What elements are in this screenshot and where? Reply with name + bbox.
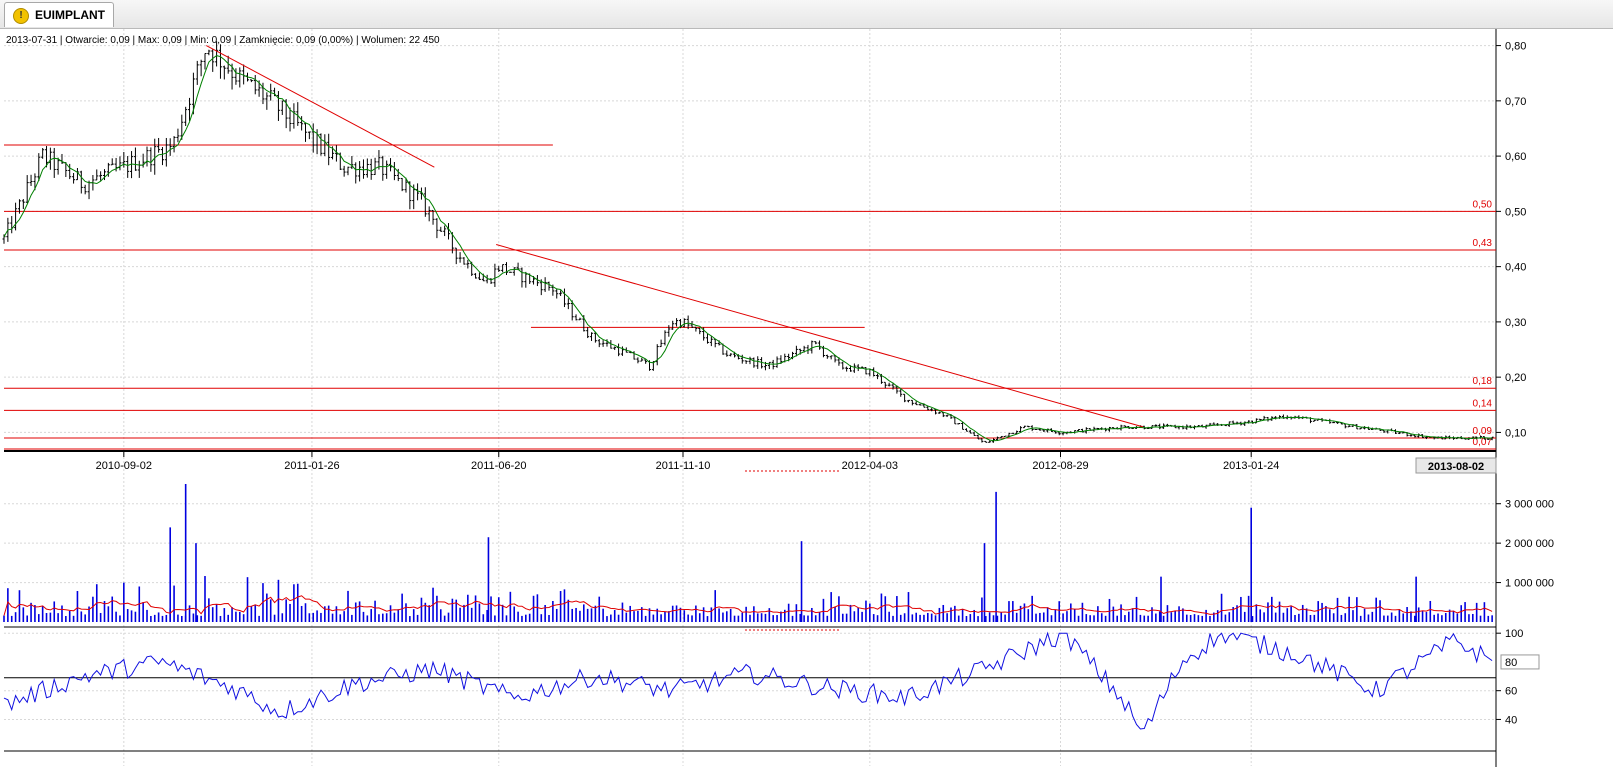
- trend-line: [496, 244, 1144, 428]
- osc-tick-label: 100: [1505, 628, 1523, 640]
- x-tick-label: 2012-04-03: [842, 460, 898, 472]
- grid: [4, 29, 1496, 766]
- y-tick-label: 0,20: [1505, 372, 1526, 384]
- level-label: 0,18: [1473, 376, 1493, 387]
- osc-tick-label: 60: [1505, 686, 1517, 698]
- trend-line: [206, 45, 435, 168]
- volume-tick-label: 1 000 000: [1505, 578, 1554, 590]
- volume-tick-label: 2 000 000: [1505, 538, 1554, 550]
- price-axis: 0,80 0,70 0,60 0,50 0,40 0,30 0,20 0,10: [1496, 41, 1526, 439]
- candles: [2, 41, 1494, 443]
- level-label: 0,50: [1473, 199, 1493, 210]
- x-tick-label: 2012-08-29: [1032, 460, 1088, 472]
- volume-ma-line: [3, 595, 1493, 616]
- x-tick-label: 2011-11-10: [656, 460, 711, 472]
- marked-value-label: 80: [1505, 657, 1517, 669]
- x-tick-label: 2011-01-26: [284, 460, 339, 472]
- oscillator-line: [3, 631, 1493, 730]
- stock-chart[interactable]: 2013-07-31 | Otwarcie: 0,09 | Max: 0,09 …: [0, 29, 1613, 767]
- warning-icon: !: [13, 8, 29, 24]
- y-tick-label: 0,40: [1505, 262, 1526, 274]
- tab-bar: ! EUIMPLANT: [0, 0, 1613, 29]
- x-tick-label: 2010-09-02: [96, 460, 152, 472]
- date-axis: 2010-09-02 2011-01-26 2011-06-20 2011-11-10…: [96, 451, 1497, 474]
- volume-pane: 3 000 000 2 000 000 1 000 000: [3, 484, 1554, 622]
- level-label: 0,09: [1473, 426, 1493, 437]
- y-tick-label: 0,10: [1505, 427, 1526, 439]
- horizontal-levels: 0,500,430,180,140,090,07: [4, 144, 1496, 450]
- cursor-date-label: 2013-08-02: [1428, 461, 1484, 473]
- osc-tick-label: 40: [1505, 714, 1517, 726]
- y-tick-label: 0,80: [1505, 41, 1526, 53]
- y-tick-label: 0,50: [1505, 206, 1526, 218]
- volume-tick-label: 3 000 000: [1505, 499, 1554, 511]
- oscillator-pane: 100 60 40 80: [3, 628, 1540, 730]
- trend-lines: [206, 45, 1144, 428]
- x-tick-label: 2013-01-24: [1223, 460, 1279, 472]
- tab-euimplant[interactable]: ! EUIMPLANT: [4, 2, 114, 27]
- moving-average: [3, 55, 1493, 442]
- pane-borders: [4, 29, 1497, 767]
- info-line: 2013-07-31 | Otwarcie: 0,09 | Max: 0,09 …: [6, 35, 440, 46]
- level-label: 0,14: [1473, 398, 1493, 409]
- level-label: 0,43: [1473, 238, 1493, 249]
- y-tick-label: 0,70: [1505, 96, 1526, 108]
- ma-line: [3, 55, 1493, 442]
- tab-label: EUIMPLANT: [35, 8, 105, 22]
- y-tick-label: 0,60: [1505, 151, 1526, 163]
- y-tick-label: 0,30: [1505, 317, 1526, 329]
- x-tick-label: 2011-06-20: [471, 460, 526, 472]
